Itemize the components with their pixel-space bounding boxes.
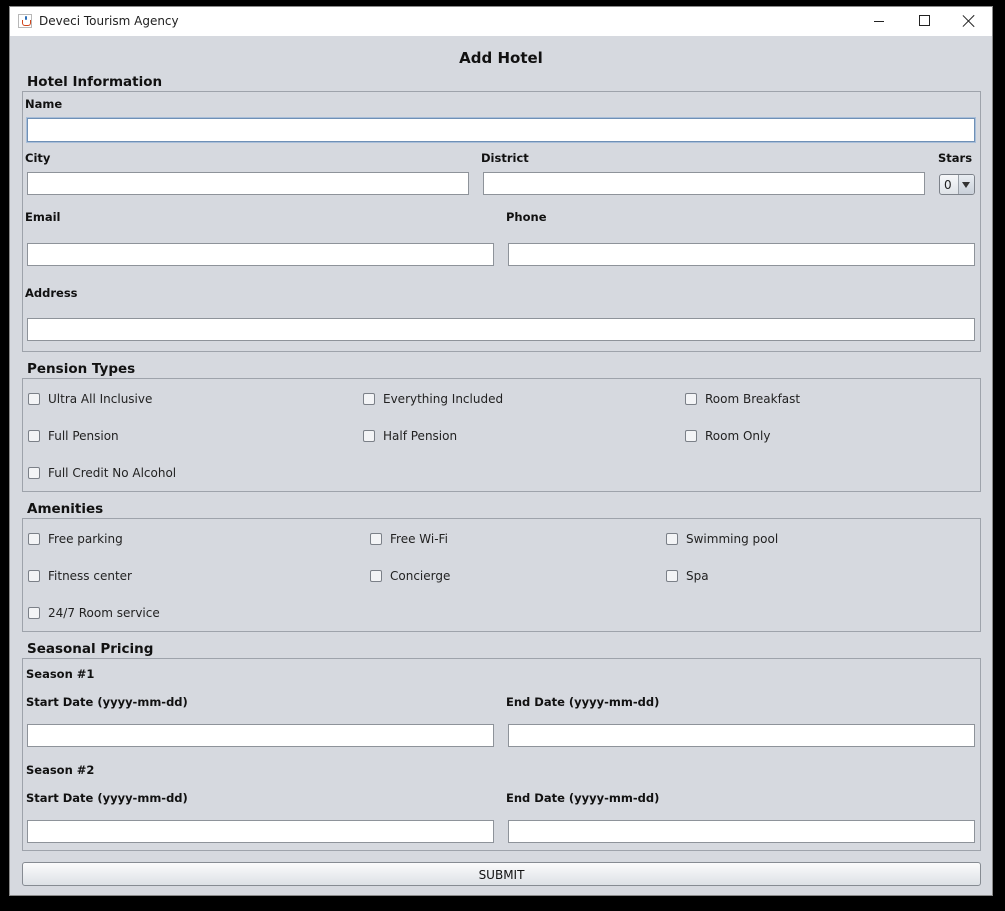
pension-title: Pension Types bbox=[27, 361, 136, 377]
checkbox[interactable] bbox=[28, 430, 40, 442]
title-bar: Deveci Tourism Agency bbox=[10, 7, 992, 36]
close-button[interactable] bbox=[946, 7, 992, 36]
page-title: Add Hotel bbox=[459, 49, 543, 67]
season-1-end-field[interactable] bbox=[508, 724, 975, 747]
address-label: Address bbox=[25, 286, 78, 300]
season-2-start-label: Start Date (yyyy-mm-dd) bbox=[26, 791, 188, 805]
window-title: Deveci Tourism Agency bbox=[39, 14, 179, 28]
phone-field[interactable] bbox=[508, 243, 975, 266]
java-cup-icon bbox=[18, 14, 32, 28]
checkbox[interactable] bbox=[28, 467, 40, 479]
close-icon bbox=[962, 14, 976, 28]
amenities-group bbox=[22, 518, 981, 632]
season-2-end-field[interactable] bbox=[508, 820, 975, 843]
stars-dropdown[interactable]: 0 bbox=[939, 174, 975, 195]
checkbox[interactable] bbox=[28, 607, 40, 619]
email-label: Email bbox=[25, 210, 61, 224]
pricing-title: Seasonal Pricing bbox=[27, 641, 154, 657]
amenities-title: Amenities bbox=[27, 501, 104, 517]
checkbox[interactable] bbox=[370, 570, 382, 582]
season-1-start-field[interactable] bbox=[27, 724, 494, 747]
stars-label: Stars bbox=[938, 151, 973, 165]
city-label: City bbox=[25, 151, 51, 165]
checkbox[interactable] bbox=[363, 393, 375, 405]
district-label: District bbox=[481, 151, 529, 165]
app-window: Deveci Tourism Agency Add Hotel Hotel In… bbox=[9, 6, 993, 896]
minimize-icon bbox=[874, 21, 884, 22]
minimize-button[interactable] bbox=[856, 7, 902, 36]
stars-value: 0 bbox=[944, 178, 952, 192]
hotel-info-title: Hotel Information bbox=[27, 74, 163, 90]
district-field[interactable] bbox=[483, 172, 925, 195]
submit-button[interactable]: SUBMIT bbox=[22, 862, 981, 886]
season-2-start-field[interactable] bbox=[27, 820, 494, 843]
name-field[interactable] bbox=[27, 118, 975, 142]
season-2-end-label: End Date (yyyy-mm-dd) bbox=[506, 791, 660, 805]
checkbox[interactable] bbox=[685, 430, 697, 442]
checkbox[interactable] bbox=[363, 430, 375, 442]
season-1-end-label: End Date (yyyy-mm-dd) bbox=[506, 695, 660, 709]
checkbox[interactable] bbox=[28, 393, 40, 405]
address-field[interactable] bbox=[27, 318, 975, 341]
checkbox[interactable] bbox=[370, 533, 382, 545]
maximize-button[interactable] bbox=[901, 7, 947, 36]
season-2-label: Season #2 bbox=[26, 763, 95, 777]
name-label: Name bbox=[25, 97, 63, 111]
email-field[interactable] bbox=[27, 243, 494, 266]
season-1-label: Season #1 bbox=[26, 667, 95, 681]
season-1-start-label: Start Date (yyyy-mm-dd) bbox=[26, 695, 188, 709]
maximize-icon bbox=[919, 15, 930, 26]
chevron-down-icon bbox=[962, 182, 970, 188]
checkbox[interactable] bbox=[28, 570, 40, 582]
checkbox[interactable] bbox=[666, 533, 678, 545]
city-field[interactable] bbox=[27, 172, 469, 195]
checkbox[interactable] bbox=[685, 393, 697, 405]
checkbox[interactable] bbox=[666, 570, 678, 582]
phone-label: Phone bbox=[506, 210, 547, 224]
checkbox[interactable] bbox=[28, 533, 40, 545]
